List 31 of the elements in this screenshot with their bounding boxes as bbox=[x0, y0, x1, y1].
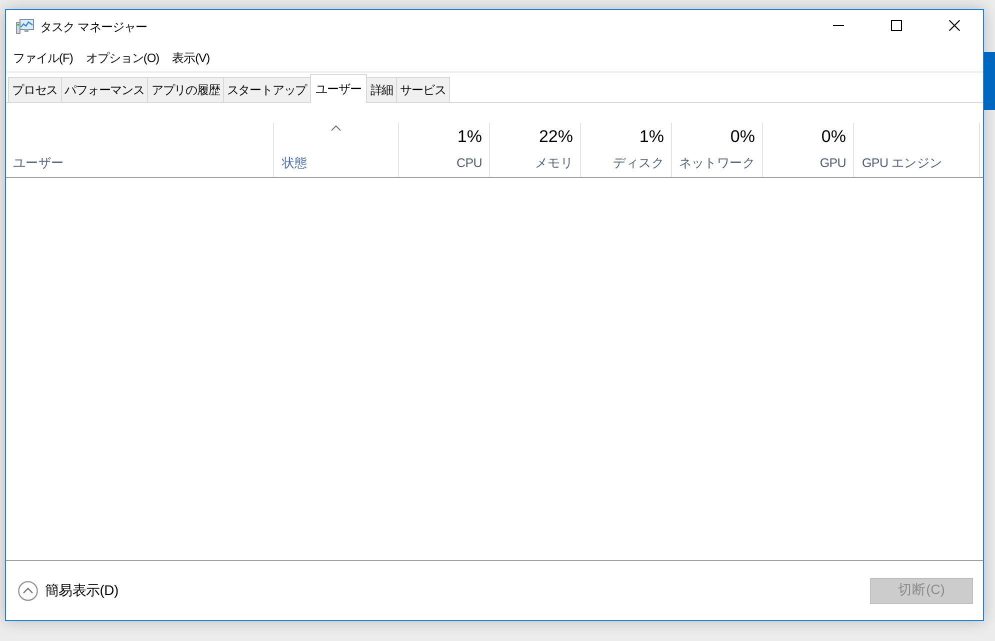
tab[interactable]: 詳細 bbox=[366, 77, 398, 102]
column-header[interactable]: ユーザー bbox=[13, 155, 64, 171]
maximize-icon bbox=[890, 20, 902, 31]
tab[interactable]: プロセス bbox=[8, 77, 62, 102]
column-usage-value: 1% bbox=[457, 126, 482, 146]
menu-item[interactable]: 表示(V) bbox=[165, 47, 216, 69]
column-header[interactable]: 状態 bbox=[282, 155, 308, 171]
tab[interactable]: パフォーマンス bbox=[60, 77, 148, 102]
tab[interactable]: ユーザー bbox=[310, 74, 368, 103]
menu-item[interactable]: オプション(O) bbox=[78, 47, 166, 69]
column-usage-value: 22% bbox=[538, 126, 573, 146]
minimize-icon bbox=[832, 25, 844, 26]
column-header[interactable]: GPU エンジン bbox=[862, 155, 942, 171]
close-icon bbox=[948, 20, 960, 31]
column-header[interactable]: ディスク bbox=[613, 155, 664, 171]
compact-view-toggle[interactable]: 簡易表示(D) bbox=[18, 580, 118, 601]
column-header[interactable]: CPU bbox=[456, 155, 482, 171]
column-header[interactable]: メモリ bbox=[534, 155, 573, 171]
tab[interactable]: サービス bbox=[396, 77, 450, 102]
column-header[interactable]: GPU bbox=[820, 155, 846, 171]
column-header[interactable]: ネットワーク bbox=[678, 155, 755, 171]
tab[interactable]: アプリの履歴 bbox=[147, 77, 224, 102]
monitor-graph-icon bbox=[16, 18, 34, 34]
chevron-up-circle-icon bbox=[18, 580, 38, 600]
column-usage-value: 1% bbox=[639, 126, 664, 146]
tab[interactable]: スタートアップ bbox=[222, 77, 311, 102]
background-panel bbox=[984, 52, 995, 110]
window-title: タスク マネージャー bbox=[40, 19, 148, 35]
column-usage-value: 0% bbox=[730, 126, 755, 146]
column-usage-value: 0% bbox=[821, 126, 846, 146]
menu-item[interactable]: ファイル(F) bbox=[6, 47, 79, 69]
